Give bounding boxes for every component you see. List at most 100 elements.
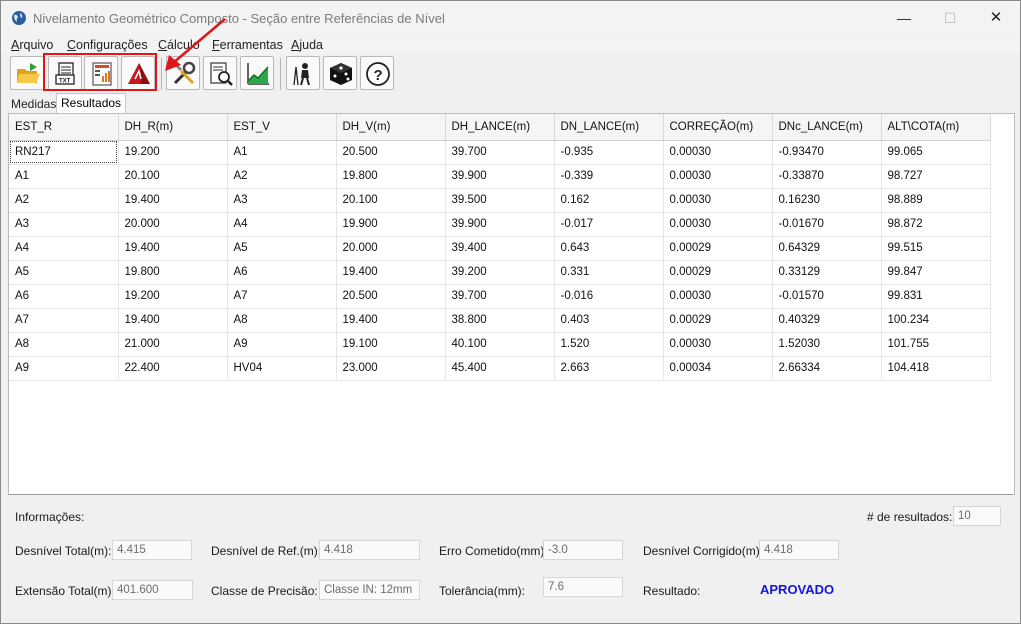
table-cell[interactable]: 98.889 [881,188,991,213]
column-header[interactable]: DH_V(m) [336,114,446,141]
table-cell[interactable]: A5 [227,236,337,261]
table-cell[interactable]: A8 [227,308,337,333]
table-cell[interactable]: 0.16230 [772,188,882,213]
extensao-field[interactable]: 401.600 [112,580,193,600]
table-cell[interactable]: 19.200 [118,140,228,165]
column-header[interactable]: DH_R(m) [118,114,228,141]
table-cell[interactable]: 39.900 [445,164,555,189]
table-cell[interactable]: A8 [9,332,119,357]
tab-resultados[interactable]: Resultados [56,93,127,114]
random-button[interactable] [323,56,357,90]
table-cell[interactable]: 99.065 [881,140,991,165]
title-bar[interactable]: Nivelamento Geométrico Composto - Seção … [1,1,1020,35]
table-cell[interactable]: A9 [9,356,119,381]
table-row[interactable]: A6 19.200 A7 20.500 39.700 -0.016 0.00030 -0.01… [9,284,991,309]
table-cell[interactable]: 1.52030 [772,332,882,357]
table-cell[interactable]: 0.403 [554,308,664,333]
table-cell[interactable]: -0.33870 [772,164,882,189]
table-cell[interactable]: 0.331 [554,260,664,285]
table-cell[interactable]: A3 [227,188,337,213]
table-cell[interactable]: 20.000 [118,212,228,237]
classe-field[interactable]: Classe IN: 12mm [319,580,420,600]
table-cell[interactable]: 39.700 [445,140,555,165]
table-cell[interactable]: 0.00029 [663,236,773,261]
table-cell[interactable]: 0.643 [554,236,664,261]
table-cell[interactable]: 39.700 [445,284,555,309]
table-cell[interactable]: 104.418 [881,356,991,381]
table-cell[interactable]: A7 [227,284,337,309]
table-cell[interactable]: A6 [227,260,337,285]
close-button[interactable]: ✕ [973,1,1019,35]
table-cell[interactable]: A5 [9,260,119,285]
table-cell[interactable]: 0.64329 [772,236,882,261]
menu-ferramentas[interactable]: Ferramentas [212,38,283,52]
column-header[interactable]: DH_LANCE(m) [445,114,555,141]
table-cell[interactable]: 0.00030 [663,284,773,309]
table-cell[interactable]: 19.200 [118,284,228,309]
column-header[interactable]: DNc_LANCE(m) [772,114,882,141]
help-button[interactable]: ? [360,56,394,90]
tab-medidas[interactable]: Medidas [7,96,60,113]
table-cell[interactable]: A1 [9,164,119,189]
maximize-button[interactable]: ☐ [927,1,973,35]
table-cell[interactable]: RN217 [9,140,119,165]
table-cell[interactable]: A4 [9,236,119,261]
table-cell[interactable]: 19.100 [336,332,446,357]
table-cell[interactable]: 20.100 [336,188,446,213]
surveyor-button[interactable] [286,56,320,90]
table-cell[interactable]: 19.400 [118,236,228,261]
table-cell[interactable]: 21.000 [118,332,228,357]
report-button[interactable] [84,56,118,90]
table-cell[interactable]: 100.234 [881,308,991,333]
table-row[interactable]: A8 21.000 A9 19.100 40.100 1.520 0.00030 1.5203… [9,332,991,357]
table-cell[interactable]: 0.33129 [772,260,882,285]
table-cell[interactable]: -0.017 [554,212,664,237]
menu-calculo[interactable]: Cálculo [158,38,200,52]
table-cell[interactable]: 23.000 [336,356,446,381]
table-cell[interactable]: 19.400 [118,308,228,333]
table-cell[interactable]: 20.000 [336,236,446,261]
table-cell[interactable]: 19.800 [336,164,446,189]
table-cell[interactable]: A6 [9,284,119,309]
table-cell[interactable]: 0.00029 [663,260,773,285]
table-row[interactable]: A9 22.400 HV04 23.000 45.400 2.663 0.00034 2.66… [9,356,991,381]
table-cell[interactable]: 0.00030 [663,188,773,213]
table-row[interactable]: RN217 19.200 A1 20.500 39.700 -0.935 0.00030 -0… [9,140,991,165]
table-cell[interactable]: 98.872 [881,212,991,237]
open-file-button[interactable] [10,56,44,90]
tolerancia-field[interactable]: 7.6 [543,577,623,597]
table-cell[interactable]: A1 [227,140,337,165]
table-cell[interactable]: -0.935 [554,140,664,165]
table-row[interactable]: A5 19.800 A6 19.400 39.200 0.331 0.00029 0.3312… [9,260,991,285]
autocad-export-button[interactable] [121,56,155,90]
menu-arquivo[interactable]: Arquivo [11,38,53,52]
table-cell[interactable]: 0.00030 [663,212,773,237]
minimize-button[interactable]: — [881,1,927,35]
column-header[interactable]: DN_LANCE(m) [554,114,664,141]
table-cell[interactable]: A7 [9,308,119,333]
table-row[interactable]: A1 20.100 A2 19.800 39.900 -0.339 0.00030 -0.33… [9,164,991,189]
export-txt-button[interactable]: TXT [48,56,82,90]
table-cell[interactable]: 0.40329 [772,308,882,333]
table-cell[interactable]: 39.200 [445,260,555,285]
table-cell[interactable]: 19.900 [336,212,446,237]
table-row[interactable]: A4 19.400 A5 20.000 39.400 0.643 0.00029 0.6432… [9,236,991,261]
table-cell[interactable]: 38.800 [445,308,555,333]
desnivel-total-field[interactable]: 4.415 [112,540,192,560]
table-cell[interactable]: 99.847 [881,260,991,285]
table-row[interactable]: A2 19.400 A3 20.100 39.500 0.162 0.00030 0.1623… [9,188,991,213]
table-cell[interactable]: 1.520 [554,332,664,357]
results-grid[interactable]: EST_R DH_R(m) EST_V DH_V(m) DH_LANCE(m) DN_LA… [8,113,1015,495]
table-cell[interactable]: -0.016 [554,284,664,309]
table-cell[interactable]: 19.800 [118,260,228,285]
column-header[interactable]: CORREÇÃO(m) [663,114,773,141]
table-cell[interactable]: 98.727 [881,164,991,189]
table-cell[interactable]: 39.900 [445,212,555,237]
desnivel-ref-field[interactable]: 4.418 [319,540,420,560]
table-cell[interactable]: 20.100 [118,164,228,189]
preview-button[interactable] [203,56,237,90]
table-cell[interactable]: A3 [9,212,119,237]
table-cell[interactable]: 39.500 [445,188,555,213]
table-cell[interactable]: 0.00030 [663,332,773,357]
table-cell[interactable]: -0.01570 [772,284,882,309]
